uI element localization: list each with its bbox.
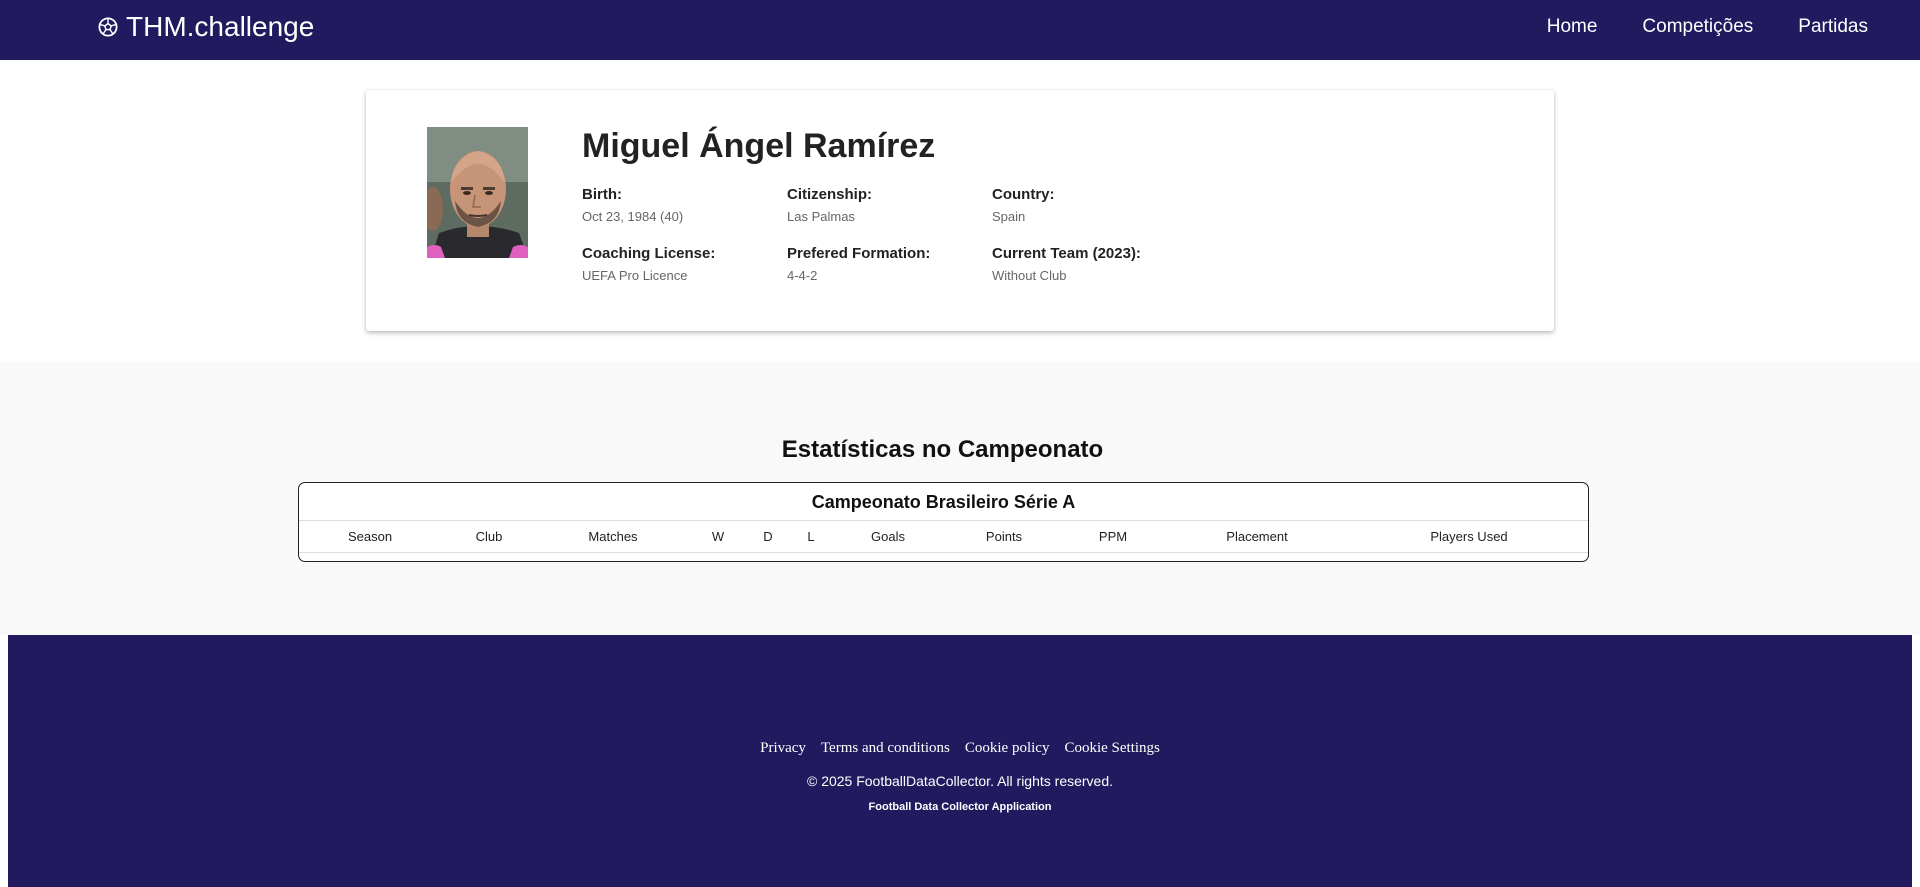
info-label: Coaching License: <box>582 245 716 262</box>
info-value: 4-4-2 <box>787 268 818 283</box>
nav-link-competitions[interactable]: Competições <box>1642 16 1753 38</box>
coach-profile-card: Miguel Ángel Ramírez Birth: Oct 23, 1984… <box>366 90 1554 331</box>
info-label: Birth: <box>582 186 622 203</box>
coach-profile-section: Miguel Ángel Ramírez Birth: Oct 23, 1984… <box>0 60 1920 362</box>
info-label: Country: <box>992 186 1055 203</box>
footer-app-name: Football Data Collector Application <box>868 801 1052 813</box>
top-navbar: THM.challenge Home Competições Partidas <box>0 0 1920 60</box>
column-header-draws[interactable]: D <box>763 521 772 552</box>
nav-link-home[interactable]: Home <box>1547 16 1598 38</box>
coach-info-grid: Birth: Oct 23, 1984 (40) Citizenship: La… <box>582 186 1197 283</box>
league-title: Campeonato Brasileiro Série A <box>299 483 1588 521</box>
info-value: Spain <box>992 209 1026 224</box>
column-header-losses[interactable]: L <box>807 521 814 552</box>
info-preferred-formation: Prefered Formation: 4-4-2 <box>787 245 992 283</box>
footer-copyright: © 2025 FootballDataCollector. All rights… <box>806 773 1114 789</box>
column-header-placement[interactable]: Placement <box>1226 521 1287 552</box>
column-header-goals[interactable]: Goals <box>871 521 905 552</box>
stats-table: Campeonato Brasileiro Série A Season Clu… <box>298 482 1589 562</box>
column-header-matches[interactable]: Matches <box>588 521 637 552</box>
column-header-season[interactable]: Season <box>348 521 392 552</box>
stats-section: Estatísticas no Campeonato Campeonato Br… <box>0 362 1920 635</box>
footer-link-terms[interactable]: Terms and conditions <box>821 740 950 757</box>
info-citizenship: Citizenship: Las Palmas <box>787 186 992 224</box>
column-header-wins[interactable]: W <box>712 521 724 552</box>
footer-link-privacy[interactable]: Privacy <box>760 740 806 757</box>
info-coaching-license: Coaching License: UEFA Pro Licence <box>582 245 787 283</box>
column-header-points[interactable]: Points <box>986 521 1022 552</box>
coach-name: Miguel Ángel Ramírez <box>582 127 936 165</box>
info-value: Oct 23, 1984 (40) <box>582 209 684 224</box>
soccer-ball-icon <box>98 17 118 37</box>
page-footer: Privacy Terms and conditions Cookie poli… <box>8 635 1912 887</box>
info-label: Prefered Formation: <box>787 245 931 262</box>
stats-title: Estatísticas no Campeonato <box>781 436 1104 463</box>
info-country: Country: Spain <box>992 186 1197 224</box>
brand-logo-link[interactable]: THM.challenge <box>98 0 314 54</box>
nav-link-matches[interactable]: Partidas <box>1798 16 1868 38</box>
column-header-players-used[interactable]: Players Used <box>1430 521 1507 552</box>
column-header-ppm[interactable]: PPM <box>1099 521 1127 552</box>
footer-links: Privacy Terms and conditions Cookie poli… <box>8 740 1912 757</box>
info-value: Without Club <box>992 268 1067 283</box>
footer-link-cookie-settings[interactable]: Cookie Settings <box>1064 740 1159 757</box>
footer-link-cookie-policy[interactable]: Cookie policy <box>965 740 1050 757</box>
info-value: UEFA Pro Licence <box>582 268 688 283</box>
main-nav: Home Competições Partidas <box>1547 0 1868 54</box>
info-label: Current Team (2023): <box>992 245 1141 262</box>
table-header-divider <box>299 552 1588 553</box>
info-value: Las Palmas <box>787 209 855 224</box>
info-birth: Birth: Oct 23, 1984 (40) <box>582 186 787 224</box>
info-label: Citizenship: <box>787 186 872 203</box>
brand-name: THM.challenge <box>126 11 315 42</box>
column-header-club[interactable]: Club <box>476 521 503 552</box>
coach-photo <box>427 127 528 258</box>
info-current-team: Current Team (2023): Without Club <box>992 245 1197 283</box>
